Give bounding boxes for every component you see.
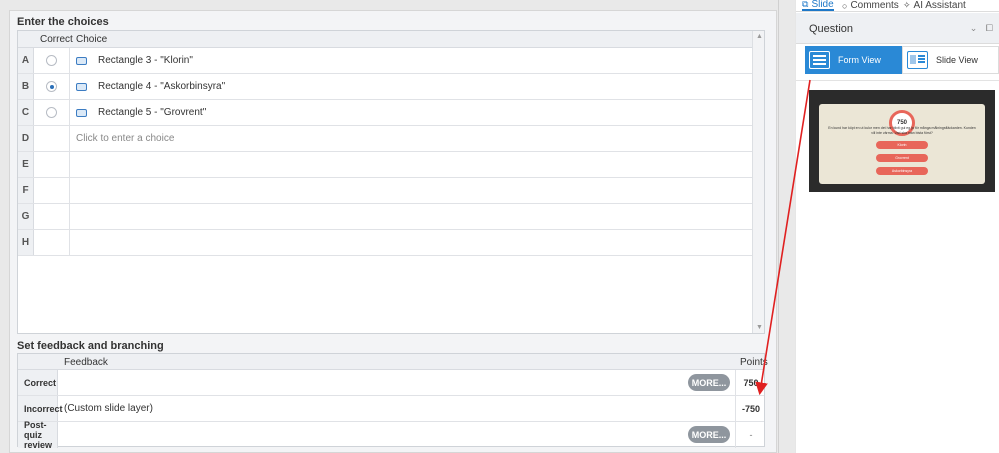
shape-icon [76, 82, 87, 91]
thumbnail-question: En kund har köpt en ut kulor men det har… [828, 126, 976, 135]
sparkle-icon: ✧ [903, 0, 911, 10]
main-editor: Enter the choices Correct Choice A Recta… [0, 0, 778, 453]
panel-tabbar: ⧉ Slide ○ Comments ✧ AI Assistant [796, 0, 999, 12]
feedback-row-correct: Correct MORE... 750 [18, 370, 764, 396]
choice-column-header: Choice [76, 34, 108, 45]
correct-radio-b[interactable] [46, 81, 57, 92]
choices-table: Correct Choice A Rectangle 3 - "Klorin" … [17, 30, 765, 334]
feedback-table-header: Feedback Points [18, 354, 768, 370]
tab-ai-assistant[interactable]: ✧ AI Assistant [903, 0, 966, 11]
question-form-card: Enter the choices Correct Choice A Recta… [9, 10, 777, 453]
thumbnail-answer: Askorbinsyra [876, 167, 928, 175]
choice-letter: C [18, 100, 34, 125]
feedback-row-label: Incorrect [18, 396, 63, 421]
right-panel: ⧉ Slide ○ Comments ✧ AI Assistant Questi… [796, 0, 999, 453]
tab-label: AI Assistant [913, 0, 966, 11]
slide-view-button[interactable]: Slide View [902, 46, 999, 74]
feedback-row-label: Post-quiz review [18, 420, 58, 450]
feedback-row-post-quiz: Post-quiz review MORE... - [18, 420, 766, 450]
points-field[interactable]: - [736, 422, 766, 448]
slide-view-icon [907, 51, 928, 69]
slide-view-label: Slide View [936, 55, 978, 65]
slide-thumbnail[interactable]: 750 En kund har köpt en ut kulor men det… [809, 90, 995, 192]
scroll-up-icon[interactable]: ▲ [756, 33, 763, 40]
scroll-down-icon[interactable]: ▼ [756, 324, 763, 331]
choice-letter: G [18, 204, 34, 229]
feedback-text: (Custom slide layer) [64, 403, 153, 414]
panel-tools: ⌄ ⧠ [970, 23, 993, 34]
choice-letter: H [18, 230, 34, 255]
slide-icon: ⧉ [802, 0, 809, 9]
points-field[interactable]: -750 [736, 396, 766, 421]
feedback-column-header: Feedback [64, 357, 108, 368]
choice-letter: A [18, 48, 34, 73]
choice-letter: D [18, 126, 34, 151]
comment-icon: ○ [842, 0, 848, 11]
feedback-field[interactable]: MORE... [58, 422, 736, 448]
tab-label: Slide [811, 0, 834, 10]
form-view-label: Form View [838, 55, 881, 65]
correct-radio-c[interactable] [46, 107, 57, 118]
choice-letter: B [18, 74, 34, 99]
shape-icon [76, 56, 87, 65]
choice-row-e[interactable]: E [18, 152, 764, 178]
choice-row-a[interactable]: A Rectangle 3 - "Klorin" [18, 48, 764, 74]
choices-table-header: Correct Choice [18, 31, 764, 48]
choice-row-c[interactable]: C Rectangle 5 - "Grovrent" [18, 100, 764, 126]
tab-slide[interactable]: ⧉ Slide [802, 0, 834, 11]
choice-letter: E [18, 152, 34, 177]
choice-text: Rectangle 3 - "Klorin" [98, 55, 193, 66]
points-column-header: Points [740, 357, 768, 368]
choice-letter: F [18, 178, 34, 203]
question-panel-header: Question ⌄ ⧠ [796, 13, 999, 44]
collapse-icon[interactable]: ⌄ [970, 23, 978, 33]
choice-text: Rectangle 4 - "Askorbinsyra" [98, 81, 226, 92]
choice-placeholder[interactable]: Click to enter a choice [76, 133, 174, 144]
popout-icon[interactable]: ⧠ [986, 23, 993, 33]
main-scrollbar[interactable] [778, 0, 795, 453]
feedback-section-title: Set feedback and branching [17, 340, 164, 352]
choices-section-title: Enter the choices [17, 16, 109, 28]
thumbnail-answer: Klorin [876, 141, 928, 149]
choice-row-h[interactable]: H [18, 230, 764, 256]
more-button[interactable]: MORE... [688, 374, 730, 391]
points-field[interactable]: 750 [736, 370, 766, 395]
feedback-row-label: Correct [18, 370, 58, 395]
divider [796, 80, 999, 81]
shape-icon [76, 108, 87, 117]
choice-row-d[interactable]: D Click to enter a choice [18, 126, 764, 152]
tab-comments[interactable]: ○ Comments [842, 0, 899, 11]
thumbnail-card: 750 En kund har köpt en ut kulor men det… [819, 104, 985, 184]
choice-text: Rectangle 5 - "Grovrent" [98, 107, 207, 118]
more-button[interactable]: MORE... [688, 426, 730, 443]
choices-scrollbar[interactable]: ▲ ▼ [752, 31, 764, 333]
thumbnail-answer: Grovrent [876, 154, 928, 162]
feedback-table: Feedback Points Correct MORE... 750 Inco… [17, 353, 768, 450]
panel-title: Question [809, 23, 854, 35]
feedback-row-incorrect: Incorrect (Custom slide layer) -750 [18, 396, 764, 422]
tab-label: Comments [850, 0, 899, 11]
feedback-field[interactable]: MORE... [58, 370, 736, 395]
correct-radio-a[interactable] [46, 55, 57, 66]
form-view-button[interactable]: Form View [805, 46, 902, 74]
choice-row-f[interactable]: F [18, 178, 764, 204]
correct-column-header: Correct [40, 34, 73, 45]
form-view-icon [809, 51, 830, 69]
choice-row-g[interactable]: G [18, 204, 764, 230]
feedback-field[interactable]: (Custom slide layer) [58, 396, 736, 421]
choice-row-b[interactable]: B Rectangle 4 - "Askorbinsyra" [18, 74, 764, 100]
